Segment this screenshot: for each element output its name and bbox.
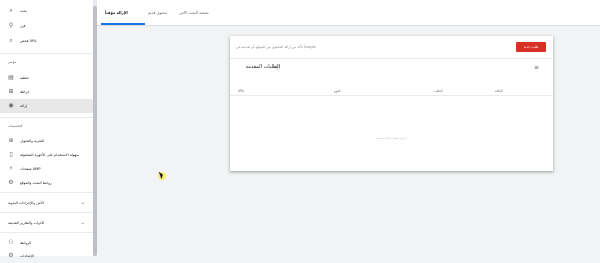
filter-icon: ⚲ (8, 22, 14, 29)
scrollbar-thumb[interactable] (93, 6, 97, 256)
sidebar-collapsible-legacy-tools[interactable]: الأدوات والتقارير القديمة ⌄ (0, 216, 93, 230)
sidebar-item-removals[interactable]: ◉ إزالة (0, 99, 93, 113)
divider (0, 192, 93, 193)
url-input[interactable]: تأكد من إزالة المحتوى من الموقع، أو تحدي… (236, 42, 512, 52)
tab-outdated-content[interactable]: محتوى قديم (148, 10, 167, 15)
sidebar-item-label: تغطية (20, 76, 29, 80)
tab-temporary-removals[interactable]: الإزالة مؤقتاً (105, 10, 128, 15)
divider (230, 95, 553, 96)
sidebar-item-label: فرز (20, 24, 26, 28)
sidebar-item-links[interactable]: ⚇ الروابط (0, 236, 93, 250)
url-input-placeholder: تأكد من إزالة المحتوى من الموقع، أو تحدي… (236, 45, 316, 49)
card-title: الطلبات المقدمة (245, 64, 280, 70)
sidebar-item-label: روابط البحث والموقع (20, 181, 52, 185)
divider (0, 53, 93, 54)
sidebar-item-links-search[interactable]: ⚙ روابط البحث والموقع (0, 176, 93, 190)
links-icon: ⚙ (8, 179, 14, 186)
sidebar-item-label: التجربة والتحويل (20, 139, 45, 143)
settings-icon: ⚙ (8, 252, 14, 259)
sidebar-collapsible-security[interactable]: الأمن والإجراءات اليدوية ⌄ (0, 196, 93, 210)
mobile-icon: ▯ (9, 151, 13, 158)
filter-icon[interactable]: ≡ (534, 64, 539, 71)
divider (0, 212, 93, 213)
sidebar-item-experience[interactable]: ⊕ التجربة والتحويل (0, 134, 93, 148)
experience-icon: ⊕ (8, 137, 14, 144)
divider (0, 232, 93, 233)
chevron-down-icon: ⌄ (80, 220, 85, 226)
divider (230, 58, 553, 59)
sitemap-icon: ⊞ (8, 88, 14, 95)
sidebar-item-label: خرائط (20, 90, 30, 94)
chevron-down-icon: ⌄ (80, 200, 85, 206)
section-title: مؤشر (8, 60, 17, 64)
sidebar-item-sitemaps[interactable]: ⊞ خرائط (0, 85, 93, 99)
column-header-status[interactable]: الحالة (495, 89, 503, 93)
sidebar-item-filter[interactable]: ⚲ فرز (0, 19, 93, 33)
sidebar-item-label: الإعدادات (20, 254, 35, 258)
sidebar-item-settings[interactable]: ⚙ الإعدادات (0, 249, 93, 263)
sidebar-item-label: سهولة الاستخدام على الأجهزة المحمولة (20, 153, 80, 157)
submitted-requests-card: تأكد من إزالة المحتوى من الموقع، أو تحدي… (230, 36, 553, 171)
collapsible-label: الأمن والإجراءات اليدوية (8, 201, 44, 205)
search-icon: ⌕ (9, 7, 13, 14)
sidebar-item-amp[interactable]: ⚡ صفحات AMP (0, 162, 93, 176)
magnify-url-icon: ⌕ (9, 37, 13, 44)
tab-bar: الإزالة مؤقتاً محتوى قديم تصفية البحث ال… (97, 0, 600, 26)
sidebar-scrollbar[interactable] (93, 0, 97, 256)
sidebar: ⌕ بحث ⚲ فرز ⌕ فحص URL مؤشر ▤ تغطية ⊞ خرا… (0, 0, 93, 259)
sidebar-item-mobile-usability[interactable]: ▯ سهولة الاستخدام على الأجهزة المحمولة (0, 148, 93, 162)
column-header-url[interactable]: URL (238, 89, 244, 93)
coverage-icon: ▤ (8, 74, 14, 81)
sidebar-item-coverage[interactable]: ▤ تغطية (0, 71, 93, 85)
empty-state-message: لا توجد طلبات إزالة مقدمة (376, 136, 407, 140)
active-tab-indicator (101, 23, 145, 25)
removal-icon: ◉ (8, 102, 14, 109)
section-title: التحسينات (8, 124, 23, 128)
sidebar-item-label: إزالة (20, 104, 27, 108)
sidebar-item-label: الروابط (20, 241, 32, 245)
sidebar-item-url-inspection[interactable]: ⌕ فحص URL (0, 34, 93, 48)
sidebar-item-search[interactable]: ⌕ بحث (0, 4, 93, 18)
link-icon: ⚇ (8, 239, 14, 246)
sidebar-item-label: بحث (20, 9, 27, 13)
collapsible-label: الأدوات والتقارير القديمة (8, 221, 45, 225)
column-header-type[interactable]: النوع (334, 89, 340, 93)
tab-safesearch-filtering[interactable]: تصفية البحث الآمن (179, 10, 209, 15)
sidebar-item-label: فحص URL (20, 39, 37, 43)
amp-icon: ⚡ (8, 165, 14, 172)
divider (0, 117, 93, 118)
column-header-request[interactable]: الطلب (434, 89, 443, 93)
sidebar-item-label: صفحات AMP (20, 167, 41, 171)
new-request-button[interactable]: طلب جديد (516, 42, 546, 52)
